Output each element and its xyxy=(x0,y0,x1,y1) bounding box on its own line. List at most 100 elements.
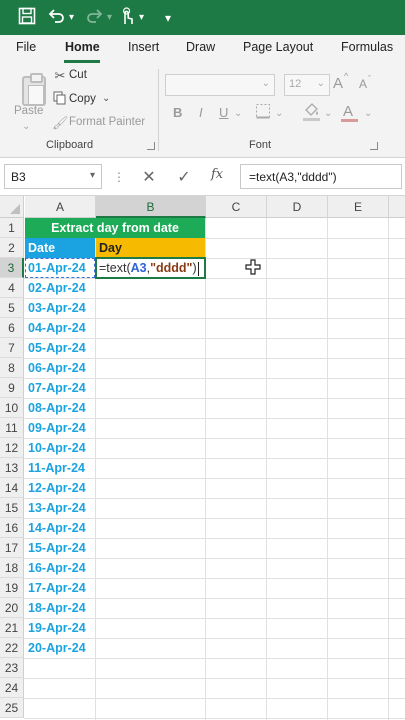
row-header-21[interactable]: 21 xyxy=(0,618,24,638)
row-header-11[interactable]: 11 xyxy=(0,418,24,438)
date-cell[interactable]: 17-Apr-24 xyxy=(25,578,95,598)
date-cell[interactable]: 12-Apr-24 xyxy=(25,478,95,498)
copy-button[interactable]: Copy xyxy=(69,93,96,105)
date-cell[interactable]: 07-Apr-24 xyxy=(25,378,95,398)
bold-button[interactable]: B xyxy=(173,105,182,120)
row-header-4[interactable]: 4 xyxy=(0,278,24,298)
date-cell[interactable]: 03-Apr-24 xyxy=(25,298,95,318)
row-header-6[interactable]: 6 xyxy=(0,318,24,338)
copy-icon[interactable] xyxy=(52,91,68,109)
date-cell[interactable]: 06-Apr-24 xyxy=(25,358,95,378)
select-all-button[interactable] xyxy=(0,196,24,218)
row-header-3[interactable]: 3 xyxy=(0,258,24,278)
row-header-13[interactable]: 13 xyxy=(0,458,24,478)
date-cell[interactable]: 11-Apr-24 xyxy=(25,458,95,478)
column-header-f[interactable] xyxy=(389,196,405,218)
font-name-box[interactable]: ⌄ xyxy=(165,74,275,96)
tab-page-layout[interactable]: Page Layout xyxy=(243,40,313,54)
tab-insert[interactable]: Insert xyxy=(128,40,159,54)
row-header-19[interactable]: 19 xyxy=(0,578,24,598)
row-header-14[interactable]: 14 xyxy=(0,478,24,498)
date-cell[interactable]: 04-Apr-24 xyxy=(25,318,95,338)
undo-dropdown-icon[interactable]: ▾ xyxy=(69,9,74,27)
date-cell[interactable]: 08-Apr-24 xyxy=(25,398,95,418)
row-header-22[interactable]: 22 xyxy=(0,638,24,658)
row-header-24[interactable]: 24 xyxy=(0,678,24,698)
column-header-d[interactable]: D xyxy=(267,196,328,218)
touch-mode-dropdown-icon[interactable]: ▾ xyxy=(139,9,144,27)
column-header-e[interactable]: E xyxy=(328,196,389,218)
row-header-16[interactable]: 16 xyxy=(0,518,24,538)
row-header-1[interactable]: 1 xyxy=(0,218,24,238)
shrink-font-button[interactable]: A xyxy=(359,77,367,91)
redo-icon[interactable] xyxy=(84,7,106,29)
row-header-12[interactable]: 12 xyxy=(0,438,24,458)
undo-icon[interactable] xyxy=(45,7,67,29)
underline-dropdown-icon[interactable]: ⌄ xyxy=(234,106,242,122)
row-header-23[interactable]: 23 xyxy=(0,658,24,678)
borders-dropdown-icon[interactable]: ⌄ xyxy=(275,106,283,122)
row-header-7[interactable]: 7 xyxy=(0,338,24,358)
borders-icon[interactable] xyxy=(255,103,271,123)
paste-button[interactable]: Paste ⌄ xyxy=(8,67,48,137)
row-header-25[interactable]: 25 xyxy=(0,698,24,718)
date-cell[interactable]: 09-Apr-24 xyxy=(25,418,95,438)
date-header-cell[interactable]: Date xyxy=(25,238,95,258)
save-icon[interactable] xyxy=(16,7,38,29)
grow-font-button[interactable]: A xyxy=(333,75,343,92)
row-header-20[interactable]: 20 xyxy=(0,598,24,618)
date-cell[interactable]: 02-Apr-24 xyxy=(25,278,95,298)
tab-home[interactable]: Home xyxy=(65,40,100,54)
format-painter-icon[interactable]: 🖌 xyxy=(52,115,69,131)
date-cell[interactable]: 18-Apr-24 xyxy=(25,598,95,618)
fill-color-dropdown-icon[interactable]: ⌄ xyxy=(324,106,332,122)
name-box[interactable]: B3 ▾ xyxy=(4,164,102,189)
copy-dropdown-icon[interactable]: ⌄ xyxy=(102,91,110,107)
date-cell[interactable]: 16-Apr-24 xyxy=(25,558,95,578)
day-header-cell[interactable]: Day xyxy=(96,238,205,258)
date-cell[interactable]: 14-Apr-24 xyxy=(25,518,95,538)
row-header-8[interactable]: 8 xyxy=(0,358,24,378)
date-cell[interactable]: 13-Apr-24 xyxy=(25,498,95,518)
underline-button[interactable]: U xyxy=(219,105,228,120)
row-header-15[interactable]: 15 xyxy=(0,498,24,518)
sheet-title-cell[interactable]: Extract day from date xyxy=(25,218,205,238)
row-header-18[interactable]: 18 xyxy=(0,558,24,578)
name-box-dropdown-icon[interactable]: ▾ xyxy=(90,170,95,181)
cut-button[interactable]: Cut xyxy=(69,69,87,81)
clipboard-launcher-icon[interactable] xyxy=(147,142,155,150)
date-cell[interactable]: 10-Apr-24 xyxy=(25,438,95,458)
cut-icon[interactable]: ✂ xyxy=(52,68,68,84)
spreadsheet-grid[interactable]: A B C D E 1 2 3 4 5 6 7 8 9 10 11 12 13 14 15 16 17 18 19 2… xyxy=(0,196,405,720)
tab-formulas[interactable]: Formulas xyxy=(341,40,393,54)
cancel-edit-button[interactable]: ✕ xyxy=(139,167,159,187)
column-header-a[interactable]: A xyxy=(25,196,96,218)
active-edit-cell[interactable]: =text(A3,"dddd") xyxy=(95,257,206,279)
row-header-9[interactable]: 9 xyxy=(0,378,24,398)
font-color-button[interactable]: A xyxy=(343,103,353,120)
italic-button[interactable]: I xyxy=(199,105,203,120)
tab-file[interactable]: File xyxy=(16,40,36,54)
formula-bar-grip-icon[interactable]: ⋮ xyxy=(113,170,125,184)
date-cell[interactable]: 15-Apr-24 xyxy=(25,538,95,558)
touch-mode-icon[interactable] xyxy=(116,7,138,29)
row-header-10[interactable]: 10 xyxy=(0,398,24,418)
customize-toolbar-icon[interactable]: ▾ xyxy=(157,7,179,29)
column-header-b[interactable]: B xyxy=(96,196,206,218)
row-header-17[interactable]: 17 xyxy=(0,538,24,558)
date-cell[interactable]: 20-Apr-24 xyxy=(25,638,95,658)
date-cell[interactable]: 05-Apr-24 xyxy=(25,338,95,358)
tab-draw[interactable]: Draw xyxy=(186,40,215,54)
font-color-dropdown-icon[interactable]: ⌄ xyxy=(364,106,372,122)
insert-function-button[interactable]: fx xyxy=(211,167,223,182)
row-header-2[interactable]: 2 xyxy=(0,238,24,258)
row-header-5[interactable]: 5 xyxy=(0,298,24,318)
formula-input[interactable]: =text(A3,"dddd") xyxy=(240,164,402,189)
redo-dropdown-icon[interactable]: ▾ xyxy=(107,9,112,27)
date-cell[interactable]: 19-Apr-24 xyxy=(25,618,95,638)
font-launcher-icon[interactable] xyxy=(370,142,378,150)
font-size-box[interactable]: 12 ⌄ xyxy=(284,74,330,96)
format-painter-button[interactable]: Format Painter xyxy=(69,116,145,128)
column-header-c[interactable]: C xyxy=(206,196,267,218)
enter-edit-button[interactable]: ✓ xyxy=(174,167,194,187)
